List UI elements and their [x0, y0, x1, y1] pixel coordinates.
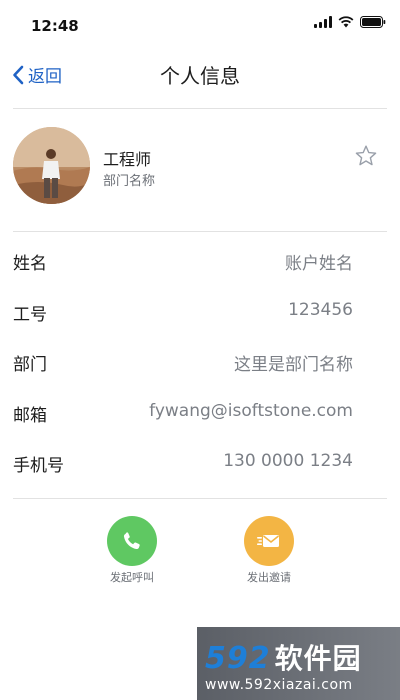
info-value: 账户姓名: [285, 254, 353, 274]
favorite-button[interactable]: [354, 144, 378, 168]
chevron-left-icon: [13, 65, 24, 84]
profile-department: 部门名称: [103, 174, 156, 189]
info-row-email[interactable]: 邮箱 fywang@isoftstone.com: [0, 387, 400, 438]
info-label: 工号: [13, 304, 47, 325]
mail-send-icon: [257, 535, 279, 547]
avatar: [13, 127, 90, 204]
back-label: 返回: [28, 67, 62, 87]
phone-screen: 12:48 个人信息 返回 工程师 部门名称 姓名 账户姓名 工号 123456…: [0, 0, 400, 700]
nav-bar: 个人信息 返回: [0, 52, 400, 96]
invite-label: 发出邀请: [247, 571, 291, 584]
avatar-photo: [13, 127, 90, 204]
cellular-signal-icon: [314, 16, 332, 28]
info-label: 部门: [13, 355, 47, 375]
info-row-department: 部门 这里是部门名称: [0, 336, 400, 387]
divider: [13, 498, 387, 499]
status-time: 12:48: [31, 17, 79, 35]
watermark-brand: 软件园: [274, 642, 362, 675]
wifi-icon: [338, 16, 354, 28]
info-value: 123456: [288, 299, 353, 320]
call-circle: [107, 516, 157, 566]
divider: [13, 108, 387, 109]
star-icon: [355, 145, 377, 166]
phone-icon: [123, 532, 140, 550]
watermark-logo-number: 592: [205, 641, 271, 676]
invite-circle: [244, 516, 294, 566]
invite-button[interactable]: 发出邀请: [234, 516, 304, 585]
profile-name: 工程师: [103, 150, 152, 169]
call-button[interactable]: 发起呼叫: [97, 516, 167, 585]
call-label: 发起呼叫: [110, 571, 154, 584]
info-row-name: 姓名 账户姓名: [0, 235, 400, 286]
status-icons: [314, 16, 386, 28]
status-bar: 12:48: [0, 0, 400, 48]
info-row-employee-id: 工号 123456: [0, 286, 400, 337]
watermark-url: www.592xiazai.com: [205, 677, 353, 693]
info-label: 姓名: [13, 254, 47, 274]
back-button[interactable]: 返回: [12, 62, 62, 87]
info-value: fywang@isoftstone.com: [149, 400, 353, 421]
info-row-phone[interactable]: 手机号 130 0000 1234: [0, 437, 400, 488]
divider: [13, 231, 387, 232]
battery-icon: [360, 16, 386, 28]
info-label: 手机号: [13, 456, 64, 476]
info-label: 邮箱: [13, 405, 47, 426]
watermark-logo: 592 软件园: [205, 637, 362, 677]
info-list: 姓名 账户姓名 工号 123456 部门 这里是部门名称 邮箱 fywang@i…: [0, 235, 400, 488]
watermark: 592 软件园 www.592xiazai.com: [197, 627, 400, 700]
info-value: 130 0000 1234: [223, 451, 353, 471]
info-value: 这里是部门名称: [234, 355, 353, 375]
